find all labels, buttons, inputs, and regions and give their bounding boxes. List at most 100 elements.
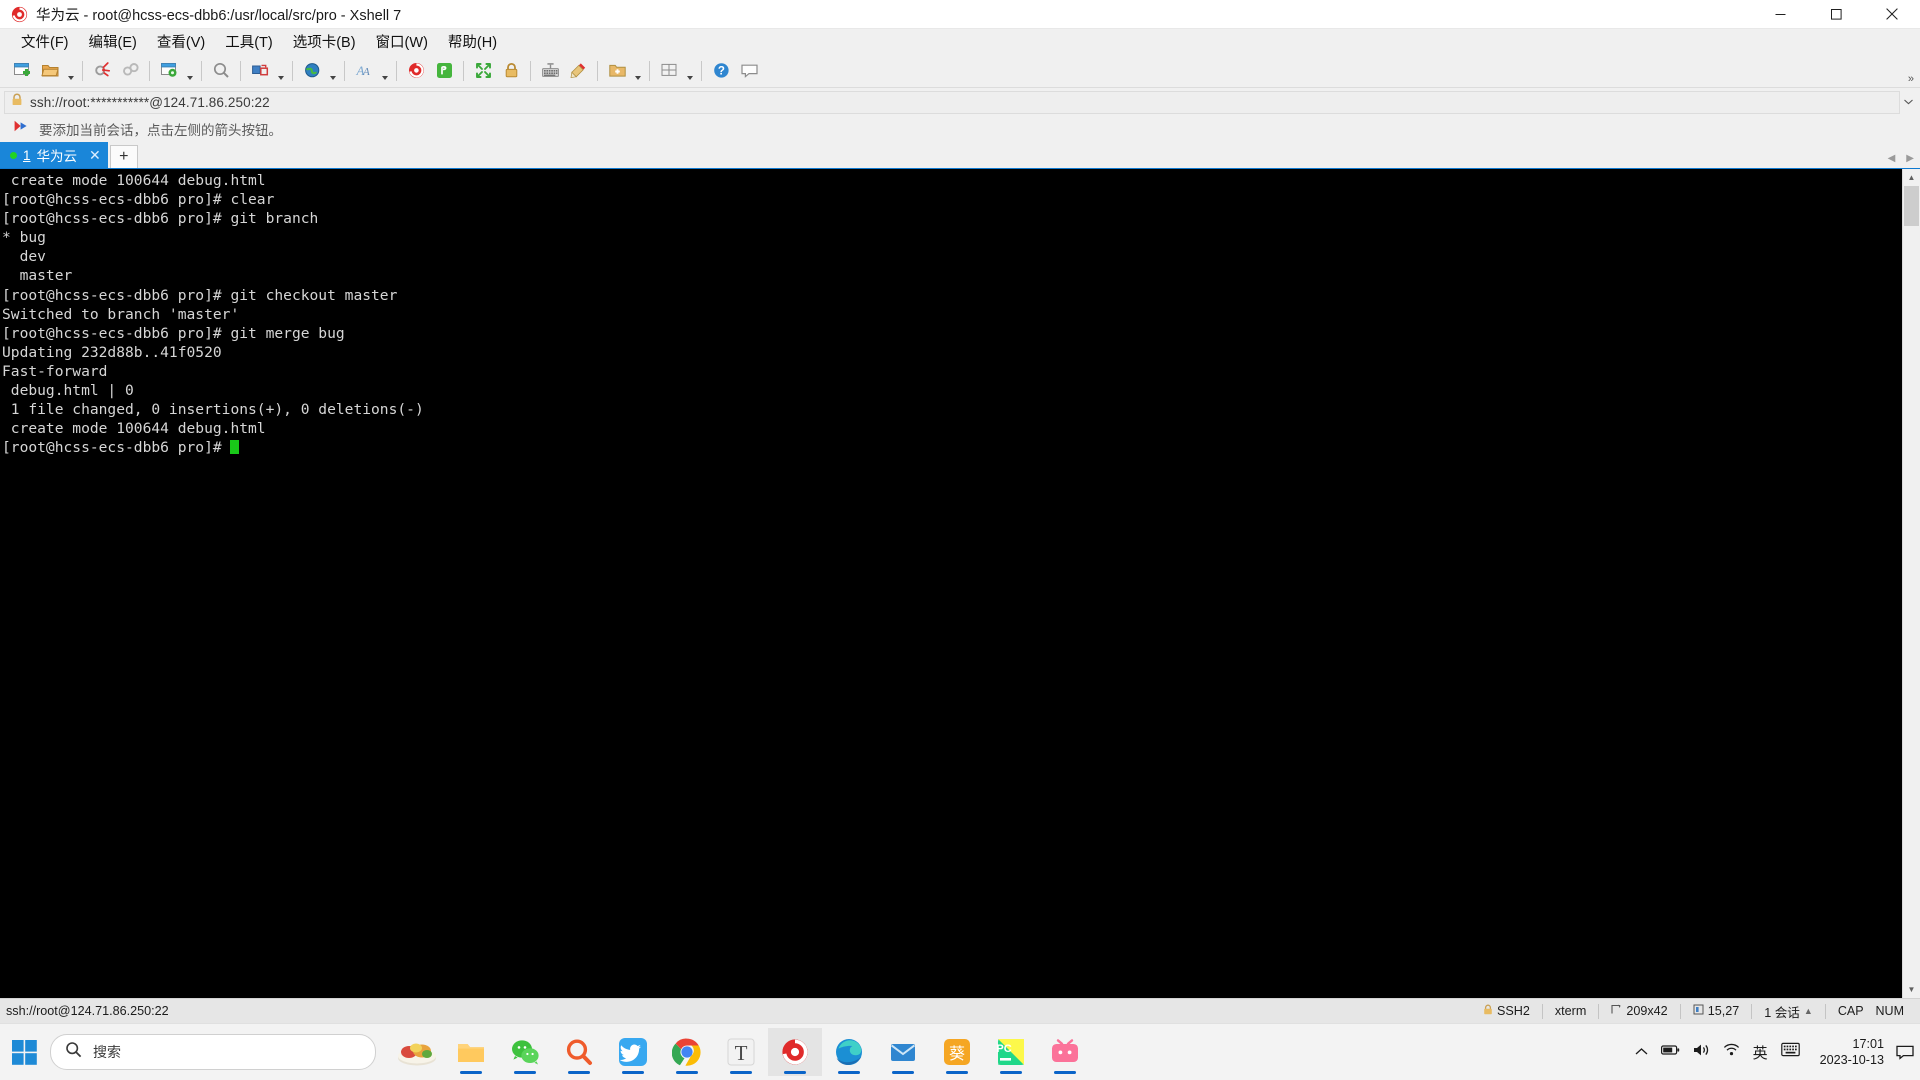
taskbar-sunflower-icon[interactable]: 葵 bbox=[930, 1028, 984, 1076]
tray-network-icon[interactable] bbox=[1723, 1043, 1740, 1061]
taskbar-xshell-icon[interactable] bbox=[768, 1028, 822, 1076]
status-sessions-cell[interactable]: 1 会话 ▲ bbox=[1752, 999, 1825, 1023]
status-cursor-cell: 15,27 bbox=[1681, 999, 1752, 1023]
terminal-line: [root@hcss-ecs-dbb6 pro]# git merge bug bbox=[2, 324, 345, 342]
svg-text:T: T bbox=[735, 1041, 748, 1065]
disconnect-icon[interactable] bbox=[88, 57, 116, 84]
taskbar-wechat-icon[interactable] bbox=[498, 1028, 552, 1076]
add-folder-icon[interactable] bbox=[603, 57, 631, 84]
menu-tabs[interactable]: 选项卡(B) bbox=[284, 28, 365, 55]
taskbar-mail-icon[interactable] bbox=[876, 1028, 930, 1076]
svg-text:葵: 葵 bbox=[949, 1044, 965, 1063]
address-input[interactable]: ssh://root:***********@124.71.86.250:22 bbox=[4, 90, 1900, 114]
xshell-logo-icon bbox=[6, 1, 32, 27]
lock-icon[interactable] bbox=[497, 57, 525, 84]
add-folder-dropdown-icon[interactable] bbox=[631, 53, 644, 88]
open-session-icon[interactable] bbox=[36, 57, 64, 84]
help-icon[interactable]: ? bbox=[707, 57, 735, 84]
taskbar-chrome-icon[interactable] bbox=[660, 1028, 714, 1076]
close-button[interactable] bbox=[1864, 0, 1920, 28]
terminal-scrollbar[interactable]: ▲ ▼ bbox=[1902, 169, 1920, 998]
address-value: ssh://root:***********@124.71.86.250:22 bbox=[30, 94, 270, 110]
feedback-icon[interactable] bbox=[735, 57, 763, 84]
terminal-output[interactable]: create mode 100644 debug.html [root@hcss-… bbox=[0, 169, 1902, 998]
taskbar-search-box[interactable]: 搜索 bbox=[50, 1034, 376, 1070]
xshell-window: 华为云 - root@hcss-ecs-dbb6:/usr/local/src/… bbox=[0, 0, 1920, 1080]
highlight-icon[interactable] bbox=[564, 57, 592, 84]
terminal-line: dev bbox=[2, 248, 46, 266]
menu-bar: 文件(F) 编辑(E) 查看(V) 工具(T) 选项卡(B) 窗口(W) 帮助(… bbox=[0, 29, 1920, 54]
status-sessions-caret-icon[interactable]: ▲ bbox=[1804, 1006, 1813, 1016]
hint-text: 要添加当前会话，点击左侧的箭头按钮。 bbox=[39, 123, 282, 138]
keyboard-icon[interactable] bbox=[536, 57, 564, 84]
scrollbar-track[interactable] bbox=[1903, 186, 1920, 981]
globe-encoding-dropdown-icon[interactable] bbox=[326, 53, 339, 88]
taskbar-edge-icon[interactable] bbox=[822, 1028, 876, 1076]
tab-close-icon[interactable]: ✕ bbox=[89, 147, 101, 164]
menu-view[interactable]: 查看(V) bbox=[148, 28, 214, 55]
taskbar-bird-icon[interactable] bbox=[606, 1028, 660, 1076]
xshell-icon[interactable] bbox=[402, 57, 430, 84]
terminal-line: Switched to branch 'master' bbox=[2, 305, 240, 323]
tab-nav-prev-icon[interactable]: ◀ bbox=[1888, 153, 1896, 164]
new-session-icon[interactable] bbox=[8, 57, 36, 84]
svg-text:PC: PC bbox=[996, 1043, 1011, 1055]
tray-chevron-up-icon[interactable] bbox=[1635, 1043, 1648, 1061]
red-arrow-icon bbox=[14, 120, 30, 138]
taskbar-pycharm-icon[interactable]: PC bbox=[984, 1028, 1038, 1076]
toolbar: A A ? » bbox=[0, 54, 1920, 88]
taskbar-file-explorer-icon[interactable] bbox=[444, 1028, 498, 1076]
session-properties-icon[interactable] bbox=[155, 57, 183, 84]
chevron-down-icon[interactable] bbox=[1900, 99, 1916, 105]
menu-edit[interactable]: 编辑(E) bbox=[80, 28, 146, 55]
terminal-line: debug.html | 0 bbox=[2, 382, 134, 400]
taskbar-bilibili-icon[interactable] bbox=[1038, 1028, 1092, 1076]
tab-bar: 1 华为云 ✕ + ◀ ▶ bbox=[0, 142, 1920, 169]
menu-file[interactable]: 文件(F) bbox=[12, 28, 78, 55]
fullscreen-icon[interactable] bbox=[469, 57, 497, 84]
minimize-button[interactable] bbox=[1752, 0, 1808, 28]
status-terminal-type: xterm bbox=[1554, 1004, 1587, 1018]
toolbar-overflow-icon[interactable]: » bbox=[1908, 73, 1914, 85]
tray-battery-icon[interactable] bbox=[1660, 1043, 1680, 1061]
reconnect-icon[interactable] bbox=[116, 57, 144, 84]
font-dropdown-icon[interactable] bbox=[378, 53, 391, 88]
status-connection: ssh://root@124.71.86.250:22 bbox=[6, 1004, 169, 1018]
session-tab-1[interactable]: 1 华为云 ✕ bbox=[0, 142, 108, 168]
scroll-down-icon[interactable]: ▼ bbox=[1903, 981, 1920, 998]
terminal-area: create mode 100644 debug.html [root@hcss-… bbox=[0, 169, 1920, 998]
tray-volume-icon[interactable] bbox=[1693, 1043, 1710, 1062]
transfer-file-icon[interactable] bbox=[246, 57, 274, 84]
find-icon[interactable] bbox=[207, 57, 235, 84]
scroll-up-icon[interactable]: ▲ bbox=[1903, 169, 1920, 186]
tray-icons: 英 bbox=[1625, 1042, 1810, 1063]
menu-tools[interactable]: 工具(T) bbox=[216, 28, 282, 55]
status-size: 209x42 bbox=[1626, 1004, 1668, 1018]
font-icon[interactable]: A A bbox=[350, 57, 378, 84]
maximize-button[interactable] bbox=[1808, 0, 1864, 28]
start-button[interactable] bbox=[0, 1032, 48, 1072]
taskbar-food-icon[interactable] bbox=[390, 1028, 444, 1076]
tab-nav-next-icon[interactable]: ▶ bbox=[1906, 153, 1914, 164]
session-properties-dropdown-icon[interactable] bbox=[183, 53, 196, 88]
xftp-icon[interactable] bbox=[430, 57, 458, 84]
layout-icon[interactable] bbox=[655, 57, 683, 84]
taskbar-search-magnifier-icon[interactable] bbox=[552, 1028, 606, 1076]
new-tab-button[interactable]: + bbox=[109, 145, 138, 168]
menu-window[interactable]: 窗口(W) bbox=[367, 28, 437, 55]
tray-ime-icon[interactable]: 英 bbox=[1753, 1042, 1768, 1063]
layout-dropdown-icon[interactable] bbox=[683, 53, 696, 88]
taskbar-apps: T 葵 PC bbox=[390, 1028, 1092, 1076]
taskbar-typora-icon[interactable]: T bbox=[714, 1028, 768, 1076]
globe-encoding-icon[interactable] bbox=[298, 57, 326, 84]
terminal-prompt: [root@hcss-ecs-dbb6 pro]# bbox=[2, 439, 231, 457]
scrollbar-thumb[interactable] bbox=[1904, 186, 1919, 226]
notification-icon[interactable] bbox=[1894, 1032, 1916, 1072]
transfer-file-dropdown-icon[interactable] bbox=[274, 53, 287, 88]
menu-help[interactable]: 帮助(H) bbox=[439, 28, 506, 55]
tray-keyboard-icon[interactable] bbox=[1780, 1042, 1800, 1062]
open-session-dropdown-icon[interactable] bbox=[64, 53, 77, 88]
taskbar-clock[interactable]: 17:01 2023-10-13 bbox=[1810, 1036, 1894, 1068]
window-controls bbox=[1752, 0, 1920, 28]
clock-time: 17:01 bbox=[1852, 1037, 1884, 1051]
